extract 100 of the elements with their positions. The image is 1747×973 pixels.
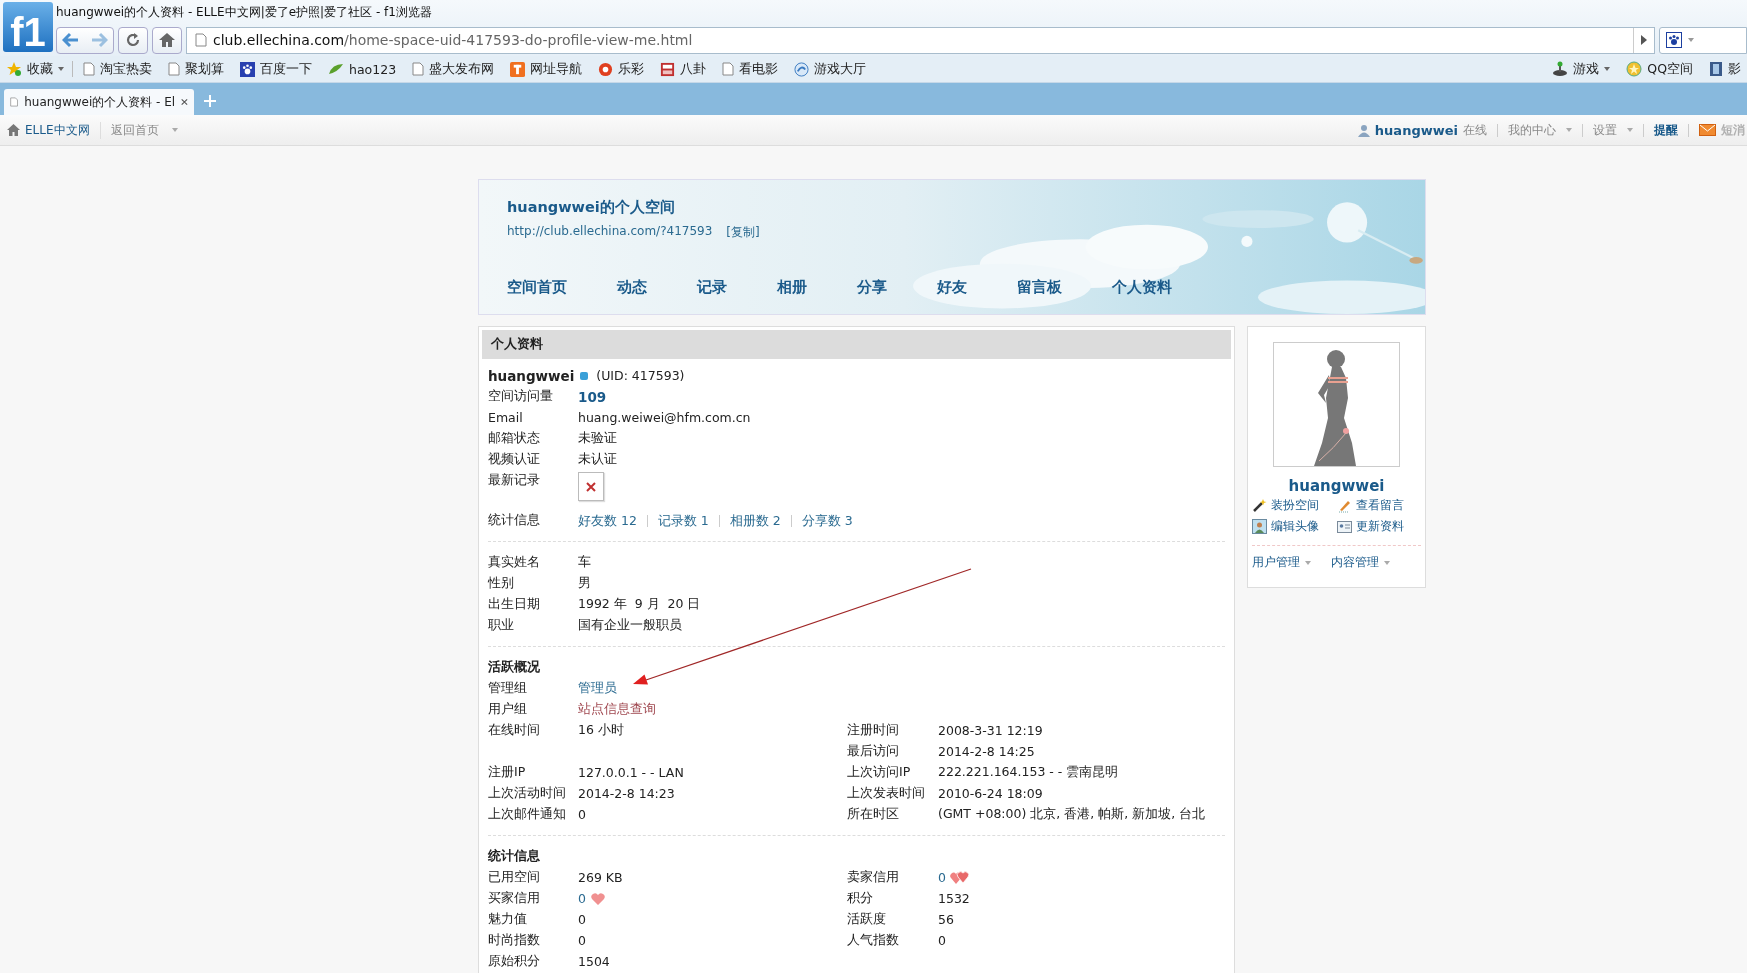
page-icon[interactable] — [722, 62, 735, 76]
heart-icon — [589, 891, 606, 906]
browser-tab[interactable]: huangwwei的个人资料 - El — [4, 89, 194, 115]
profile-username: huangwwei — [488, 367, 575, 384]
joystick-icon[interactable] — [1552, 61, 1569, 77]
action-link[interactable]: 更新资料 — [1336, 518, 1421, 535]
space-nav-link[interactable]: 个人资料 — [1112, 278, 1172, 297]
field-value: 2014-2-8 14:23 — [578, 786, 675, 801]
section-title: 活跃概况 — [488, 659, 540, 676]
leaf-icon[interactable] — [328, 62, 344, 76]
page-icon[interactable] — [83, 62, 95, 76]
envelope-icon[interactable] — [1699, 124, 1716, 136]
credit-link[interactable]: 0 — [578, 891, 586, 906]
bookmark-link[interactable]: 淘宝热卖 — [83, 60, 152, 78]
new-tab-icon[interactable] — [204, 95, 216, 107]
film-icon[interactable] — [1709, 61, 1723, 77]
group-link[interactable]: 站点信息查询 — [578, 701, 656, 718]
bookmark-link[interactable]: 收藏 — [6, 60, 64, 78]
field-value: 未验证 — [578, 430, 617, 447]
refresh-icon[interactable] — [124, 31, 142, 49]
page-icon[interactable] — [168, 62, 180, 76]
space-nav-link[interactable]: 动态 — [617, 278, 647, 297]
remind-link[interactable]: 提醒 — [1654, 121, 1678, 139]
field-value: 2014-2-8 14:25 — [938, 744, 1035, 759]
field-label: 买家信用 — [488, 890, 541, 907]
panel-header: 个人资料 — [482, 330, 1231, 359]
field-value: 2008-3-31 12:19 — [938, 723, 1043, 738]
star-icon[interactable] — [6, 61, 22, 77]
menu-link[interactable]: 设置 — [1593, 121, 1617, 139]
bookmark-link[interactable]: 游戏 — [1552, 60, 1611, 78]
page-icon[interactable] — [412, 62, 425, 76]
refresh-button[interactable] — [118, 26, 148, 54]
space-nav-link[interactable]: 相册 — [777, 278, 807, 297]
id-card-icon[interactable] — [1336, 519, 1352, 534]
stat-link[interactable]: 相册数 2 — [718, 514, 791, 527]
t-icon[interactable] — [510, 61, 526, 77]
paw-icon[interactable] — [1666, 32, 1682, 48]
home-button[interactable] — [152, 26, 182, 54]
caret-icon[interactable] — [1688, 38, 1694, 42]
field-label: 用户组 — [488, 701, 528, 718]
bookmark-link[interactable]: 影 — [1709, 60, 1741, 78]
bookmark-link[interactable]: hao123 — [328, 61, 397, 77]
forward-arrow-icon[interactable] — [90, 32, 108, 48]
group-link[interactable]: 管理员 — [578, 680, 617, 697]
ring-icon[interactable] — [598, 61, 614, 77]
space-nav-link[interactable]: 记录 — [697, 278, 727, 297]
caret-icon — [1604, 67, 1611, 71]
stat-link[interactable]: 好友数 12 — [578, 514, 647, 527]
bookmark-link[interactable]: 乐彩 — [598, 60, 645, 78]
bookmark-link[interactable]: QQ空间 — [1626, 60, 1693, 78]
caret-icon[interactable] — [171, 128, 178, 132]
menu-link[interactable]: 用户管理 — [1252, 554, 1311, 571]
field-value: 222.221.164.153 - - 雲南昆明 — [938, 764, 1119, 781]
wand-icon[interactable] — [1252, 498, 1267, 513]
globe-icon[interactable] — [794, 61, 810, 77]
field-label: 最后访问 — [847, 743, 900, 760]
portrait-icon[interactable] — [1252, 519, 1267, 534]
space-nav-link[interactable]: 好友 — [937, 278, 967, 297]
home-icon[interactable] — [157, 31, 177, 49]
bookmark-link[interactable]: 聚划算 — [168, 60, 224, 78]
space-nav-link[interactable]: 留言板 — [1017, 278, 1062, 297]
bookmark-link[interactable]: 网址导航 — [510, 60, 583, 78]
username-link[interactable]: huangwwei — [1374, 122, 1458, 138]
bookmark-link[interactable]: 看电影 — [722, 60, 779, 78]
field-label: 统计信息 — [488, 512, 541, 529]
copy-link[interactable]: [复制] — [726, 224, 760, 241]
bookmark-link[interactable]: 盛大发布网 — [412, 60, 495, 78]
field-label: 出生日期 — [488, 596, 541, 613]
space-nav-link[interactable]: 空间首页 — [507, 278, 567, 297]
close-icon[interactable] — [181, 97, 188, 107]
home-link[interactable]: ELLE中文网 — [6, 121, 101, 139]
space-nav-link[interactable]: 分享 — [857, 278, 887, 297]
pencil-icon[interactable] — [1336, 498, 1352, 513]
credit-link[interactable]: 0 — [938, 870, 946, 885]
square-icon[interactable] — [660, 61, 676, 77]
profile-name[interactable]: huangwwei — [1252, 477, 1421, 495]
go-arrow-icon[interactable] — [1640, 34, 1648, 46]
action-link[interactable]: 装扮空间 — [1252, 497, 1337, 514]
field-label: 真实姓名 — [488, 554, 541, 571]
action-link[interactable]: 编辑头像 — [1252, 518, 1337, 535]
paw-icon[interactable] — [240, 61, 255, 77]
bookmark-link[interactable]: 八卦 — [660, 60, 707, 78]
menu-link[interactable]: 内容管理 — [1331, 554, 1390, 571]
action-link[interactable]: 查看留言 — [1336, 497, 1421, 514]
space-title: huangwwei的个人空间 — [507, 198, 676, 217]
space-url-link[interactable]: http://club.ellechina.com/?417593 — [507, 224, 713, 241]
field-value: huang.weiwei@hfm.com.cn — [578, 410, 751, 425]
field-label: 上次发表时间 — [847, 785, 926, 802]
address-field[interactable]: club.ellechina.com/home-space-uid-417593-do-profile-view-me.html — [186, 26, 1655, 54]
field-value: 127.0.0.1 - - LAN — [578, 765, 684, 780]
caret-icon — [1305, 560, 1311, 565]
bookmark-link[interactable]: 游戏大厅 — [794, 60, 867, 78]
stat-link[interactable]: 分享数 3 — [790, 514, 863, 527]
back-arrow-icon[interactable] — [62, 32, 80, 48]
visit-count: 109 — [578, 388, 607, 405]
star-icon[interactable] — [1626, 61, 1643, 77]
search-engine-field[interactable] — [1659, 26, 1747, 54]
bookmark-link[interactable]: 百度一下 — [240, 60, 312, 78]
stat-link[interactable]: 记录数 1 — [646, 514, 719, 527]
home-icon[interactable] — [6, 123, 21, 137]
